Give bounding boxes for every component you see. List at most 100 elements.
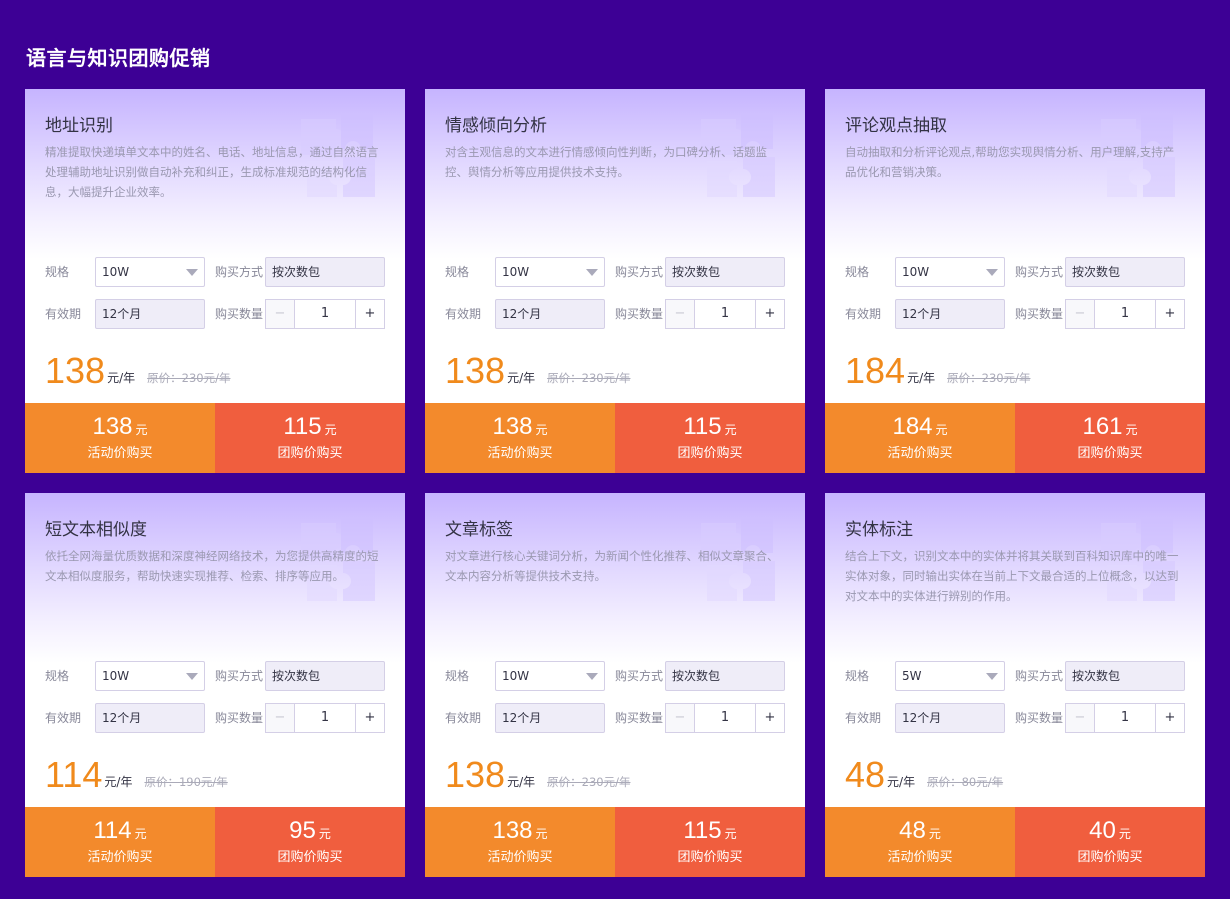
group-buy-button[interactable]: 115 元 团购价购买 (615, 403, 805, 473)
validity-row: 有效期 12个月 购买数量 − 1 + (845, 703, 1185, 733)
activity-buy-button[interactable]: 184 元 活动价购买 (825, 403, 1015, 473)
method-label: 购买方式 (215, 265, 264, 279)
activity-buy-button[interactable]: 138 元 活动价购买 (425, 403, 615, 473)
activity-buy-label: 活动价购买 (87, 850, 153, 865)
quantity-decrease-button[interactable]: − (666, 704, 695, 732)
quantity-decrease-button[interactable]: − (266, 300, 295, 328)
group-buy-button[interactable]: 95 元 团购价购买 (215, 807, 405, 877)
quantity-increase-button[interactable]: + (1155, 704, 1184, 732)
quantity-increase-button[interactable]: + (355, 300, 384, 328)
spec-value: 10W (502, 265, 530, 279)
group-price: 115 元 (683, 817, 737, 844)
spec-select[interactable]: 10W (895, 257, 1005, 287)
price-unit: 元/年 (887, 775, 916, 789)
chevron-down-icon (986, 673, 998, 680)
activity-buy-button[interactable]: 48 元 活动价购买 (825, 807, 1015, 877)
activity-buy-button[interactable]: 114 元 活动价购买 (25, 807, 215, 877)
group-buy-button[interactable]: 40 元 团购价购买 (1015, 807, 1205, 877)
quantity-increase-button[interactable]: + (1155, 300, 1184, 328)
validity-row: 有效期 12个月 购买数量 − 1 + (845, 299, 1185, 329)
quantity-decrease-button[interactable]: − (666, 300, 695, 328)
activity-buy-label: 活动价购买 (87, 446, 153, 461)
quantity-value[interactable]: 1 (296, 704, 354, 732)
group-buy-label: 团购价购买 (1077, 446, 1143, 461)
quantity-increase-button[interactable]: + (355, 704, 384, 732)
price-unit: 元/年 (104, 775, 133, 789)
spec-select[interactable]: 10W (95, 661, 205, 691)
method-field: 按次数包 (665, 257, 785, 287)
chevron-down-icon (586, 673, 598, 680)
method-label: 购买方式 (215, 669, 264, 683)
product-card: 实体标注 结合上下文，识别文本中的实体并将其关联到百科知识库中的唯一实体对象，同… (825, 493, 1205, 877)
validity-label: 有效期 (445, 307, 482, 321)
price-line: 138 元/年 原价：230元/年 (445, 349, 785, 389)
card-title: 地址识别 (45, 116, 113, 136)
activity-buy-button[interactable]: 138 元 活动价购买 (25, 403, 215, 473)
original-price: 原价：190元/年 (144, 775, 228, 789)
quantity-label: 购买数量 (215, 307, 264, 321)
quantity-label: 购买数量 (215, 711, 264, 725)
quantity-value[interactable]: 1 (696, 704, 754, 732)
quantity-label: 购买数量 (1015, 307, 1064, 321)
spec-select[interactable]: 10W (495, 257, 605, 287)
method-label: 购买方式 (1015, 669, 1064, 683)
spec-row: 规格 10W 购买方式 按次数包 (445, 661, 785, 691)
spec-value: 10W (102, 265, 130, 279)
spec-label: 规格 (445, 669, 470, 683)
quantity-increase-button[interactable]: + (755, 300, 784, 328)
quantity-increase-button[interactable]: + (755, 704, 784, 732)
group-price: 115 元 (683, 413, 737, 440)
group-price: 40 元 (1089, 817, 1131, 844)
quantity-stepper: − 1 + (1065, 703, 1185, 733)
original-price: 原价：230元/年 (147, 371, 231, 385)
quantity-decrease-button[interactable]: − (1066, 300, 1095, 328)
activity-buy-button[interactable]: 138 元 活动价购买 (425, 807, 615, 877)
quantity-stepper: − 1 + (1065, 299, 1185, 329)
card-title: 评论观点抽取 (845, 116, 947, 136)
method-field: 按次数包 (265, 257, 385, 287)
validity-row: 有效期 12个月 购买数量 − 1 + (45, 703, 385, 733)
method-field: 按次数包 (265, 661, 385, 691)
group-buy-button[interactable]: 115 元 团购价购买 (215, 403, 405, 473)
group-buy-label: 团购价购买 (677, 850, 743, 865)
card-title: 短文本相似度 (45, 520, 147, 540)
group-buy-button[interactable]: 161 元 团购价购买 (1015, 403, 1205, 473)
spec-select[interactable]: 10W (95, 257, 205, 287)
validity-label: 有效期 (445, 711, 482, 725)
quantity-value[interactable]: 1 (296, 300, 354, 328)
price-line: 48 元/年 原价：80元/年 (845, 753, 1185, 793)
quantity-value[interactable]: 1 (1096, 704, 1154, 732)
card-description: 对文章进行核心关键词分析，为新闻个性化推荐、相似文章聚合、文本内容分析等提供技术… (445, 549, 779, 583)
method-label: 购买方式 (615, 669, 664, 683)
card-title: 文章标签 (445, 520, 513, 540)
card-description: 结合上下文，识别文本中的实体并将其关联到百科知识库中的唯一实体对象，同时输出实体… (845, 549, 1179, 603)
price-line: 138 元/年 原价：230元/年 (45, 349, 385, 389)
spec-row: 规格 5W 购买方式 按次数包 (845, 661, 1185, 691)
product-card: 文章标签 对文章进行核心关键词分析，为新闻个性化推荐、相似文章聚合、文本内容分析… (425, 493, 805, 877)
product-card: 地址识别 精准提取快递填单文本中的姓名、电话、地址信息，通过自然语言处理辅助地址… (25, 89, 405, 473)
spec-label: 规格 (845, 265, 870, 279)
validity-field: 12个月 (95, 703, 205, 733)
group-buy-label: 团购价购买 (277, 850, 343, 865)
quantity-decrease-button[interactable]: − (1066, 704, 1095, 732)
spec-select[interactable]: 5W (895, 661, 1005, 691)
activity-price: 138 元 (492, 817, 548, 844)
product-grid: 地址识别 精准提取快递填单文本中的姓名、电话、地址信息，通过自然语言处理辅助地址… (25, 89, 1205, 877)
chevron-down-icon (186, 269, 198, 276)
current-price: 138 (45, 350, 106, 391)
spec-row: 规格 10W 购买方式 按次数包 (45, 661, 385, 691)
original-price: 原价：230元/年 (547, 775, 631, 789)
purchase-buttons: 184 元 活动价购买 161 元 团购价购买 (825, 403, 1205, 473)
quantity-value[interactable]: 1 (696, 300, 754, 328)
validity-label: 有效期 (845, 307, 882, 321)
validity-label: 有效期 (45, 711, 82, 725)
original-price: 原价：230元/年 (547, 371, 631, 385)
quantity-decrease-button[interactable]: − (266, 704, 295, 732)
spec-select[interactable]: 10W (495, 661, 605, 691)
activity-buy-label: 活动价购买 (487, 850, 553, 865)
card-title: 实体标注 (845, 520, 913, 540)
validity-row: 有效期 12个月 购买数量 − 1 + (445, 703, 785, 733)
quantity-value[interactable]: 1 (1096, 300, 1154, 328)
spec-value: 5W (902, 669, 922, 683)
group-buy-button[interactable]: 115 元 团购价购买 (615, 807, 805, 877)
